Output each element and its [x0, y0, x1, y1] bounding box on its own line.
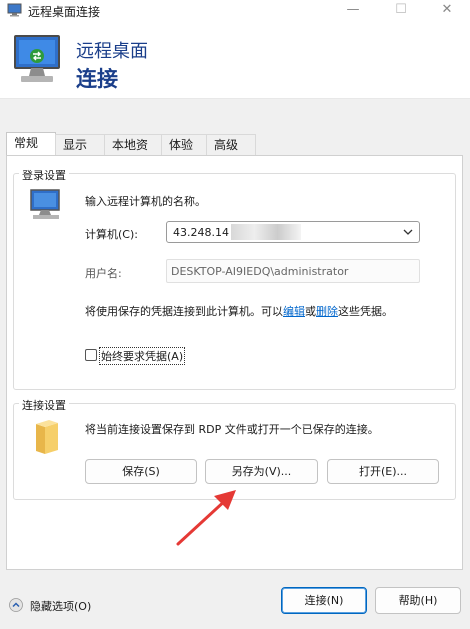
credentials-suffix: 这些凭据。: [338, 305, 393, 318]
maximize-button[interactable]: ☐: [378, 0, 424, 22]
header-title-line1: 远程桌面: [76, 41, 148, 62]
always-ask-checkbox[interactable]: [85, 349, 97, 361]
username-value: DESKTOP-AI9IEDQ\administrator: [171, 265, 349, 278]
redacted-region: [231, 224, 301, 240]
minimize-button[interactable]: —: [330, 0, 376, 22]
remote-desktop-icon: [7, 3, 22, 17]
login-settings-label: 登录设置: [19, 167, 69, 183]
chevron-down-icon[interactable]: [401, 224, 415, 240]
tab-display[interactable]: 显示: [55, 134, 105, 155]
window-title: 远程桌面连接: [28, 5, 101, 19]
header-banner: [0, 22, 470, 99]
title-bar[interactable]: 远程桌面连接 — ☐ ✕: [0, 0, 470, 22]
credentials-or: 或: [305, 305, 316, 318]
save-button[interactable]: 保存(S): [85, 459, 197, 484]
hide-options-label[interactable]: 隐藏选项(O): [30, 598, 91, 614]
help-button[interactable]: 帮助(H): [375, 587, 461, 614]
computer-label: 计算机(C):: [85, 228, 138, 241]
connection-description: 将当前连接设置保存到 RDP 文件或打开一个已保存的连接。: [85, 423, 379, 436]
username-label: 用户名:: [85, 267, 122, 280]
credentials-prefix: 将使用保存的凭据连接到此计算机。可以: [85, 305, 283, 318]
collapse-options-icon[interactable]: [9, 598, 23, 612]
always-ask-label[interactable]: 始终要求凭据(A): [99, 347, 186, 365]
tab-local-resources[interactable]: 本地资源: [104, 134, 162, 173]
computer-combobox[interactable]: 43.248.14: [166, 221, 420, 243]
annotation-arrow-icon: [176, 490, 236, 546]
computer-icon: [30, 189, 60, 219]
folder-icon: [36, 420, 58, 454]
tab-general[interactable]: 常规: [6, 132, 56, 156]
connection-settings-label: 连接设置: [19, 397, 69, 413]
close-button[interactable]: ✕: [424, 0, 470, 22]
login-instruction: 输入远程计算机的名称。: [85, 195, 206, 208]
edit-credentials-link[interactable]: 编辑: [283, 305, 305, 318]
computer-value: 43.248.14: [173, 226, 229, 239]
save-as-button[interactable]: 另存为(V)...: [205, 459, 318, 484]
remote-desktop-logo-icon: [14, 35, 60, 82]
header-title-line2: 连接: [76, 67, 118, 91]
open-button[interactable]: 打开(E)...: [327, 459, 439, 484]
tab-advanced[interactable]: 高级: [206, 134, 256, 155]
username-field: DESKTOP-AI9IEDQ\administrator: [166, 259, 420, 283]
delete-credentials-link[interactable]: 删除: [316, 305, 338, 318]
tab-experience[interactable]: 体验: [161, 134, 207, 155]
credentials-note: 将使用保存的凭据连接到此计算机。可以编辑或删除这些凭据。: [85, 303, 393, 319]
connect-button[interactable]: 连接(N): [281, 587, 367, 614]
